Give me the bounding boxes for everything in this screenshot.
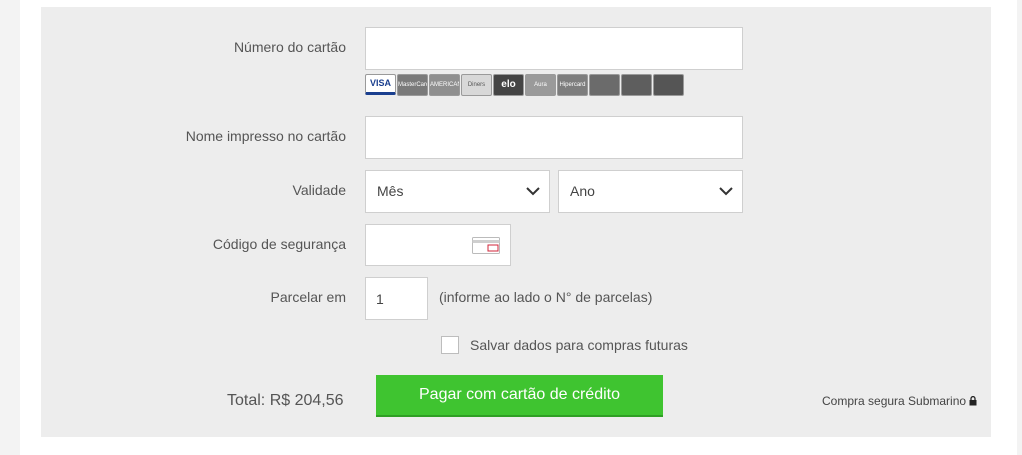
installments-input[interactable] <box>365 277 428 320</box>
credit-card-form-panel <box>41 7 991 437</box>
year-select-value: Ano <box>570 183 595 199</box>
month-select[interactable]: Mês <box>365 170 550 213</box>
card-name-input[interactable] <box>365 116 743 159</box>
save-data-label: Salvar dados para compras futuras <box>470 337 688 353</box>
lock-icon <box>969 395 977 406</box>
amex-icon: AMERICAN EXPRESS <box>429 74 460 96</box>
secure-purchase-note: Compra segura Submarino <box>822 394 977 408</box>
hipercard-icon: Hipercard <box>557 74 588 96</box>
order-total: Total: R$ 204,56 <box>227 392 344 409</box>
aura-icon: Aura <box>525 74 556 96</box>
elo-icon: elo <box>493 74 524 96</box>
save-data-checkbox[interactable] <box>441 336 459 354</box>
card-name-label: Nome impresso no cartão <box>185 128 346 144</box>
year-select[interactable]: Ano <box>558 170 743 213</box>
visa-icon: VISA <box>365 74 396 95</box>
bank-card-icon-3 <box>653 74 684 96</box>
installments-label: Parcelar em <box>270 289 346 305</box>
month-select-value: Mês <box>377 183 404 199</box>
card-number-label: Número do cartão <box>233 39 346 55</box>
card-number-input[interactable] <box>365 27 743 70</box>
bank-card-icon-1 <box>589 74 620 96</box>
chevron-down-icon <box>526 187 540 196</box>
pay-with-credit-card-button[interactable]: Pagar com cartão de crédito <box>376 375 663 417</box>
secure-purchase-text: Compra segura Submarino <box>822 394 967 408</box>
chevron-down-icon <box>719 187 733 196</box>
diners-icon: Diners Club <box>461 74 492 96</box>
security-code-label: Código de segurança <box>212 236 346 252</box>
validity-label: Validade <box>292 182 346 198</box>
mastercard-icon: MasterCard <box>397 74 428 96</box>
bank-card-icon-2 <box>621 74 652 96</box>
cvv-card-icon <box>472 237 500 254</box>
installments-hint: (informe ao lado o N° de parcelas) <box>439 289 653 305</box>
